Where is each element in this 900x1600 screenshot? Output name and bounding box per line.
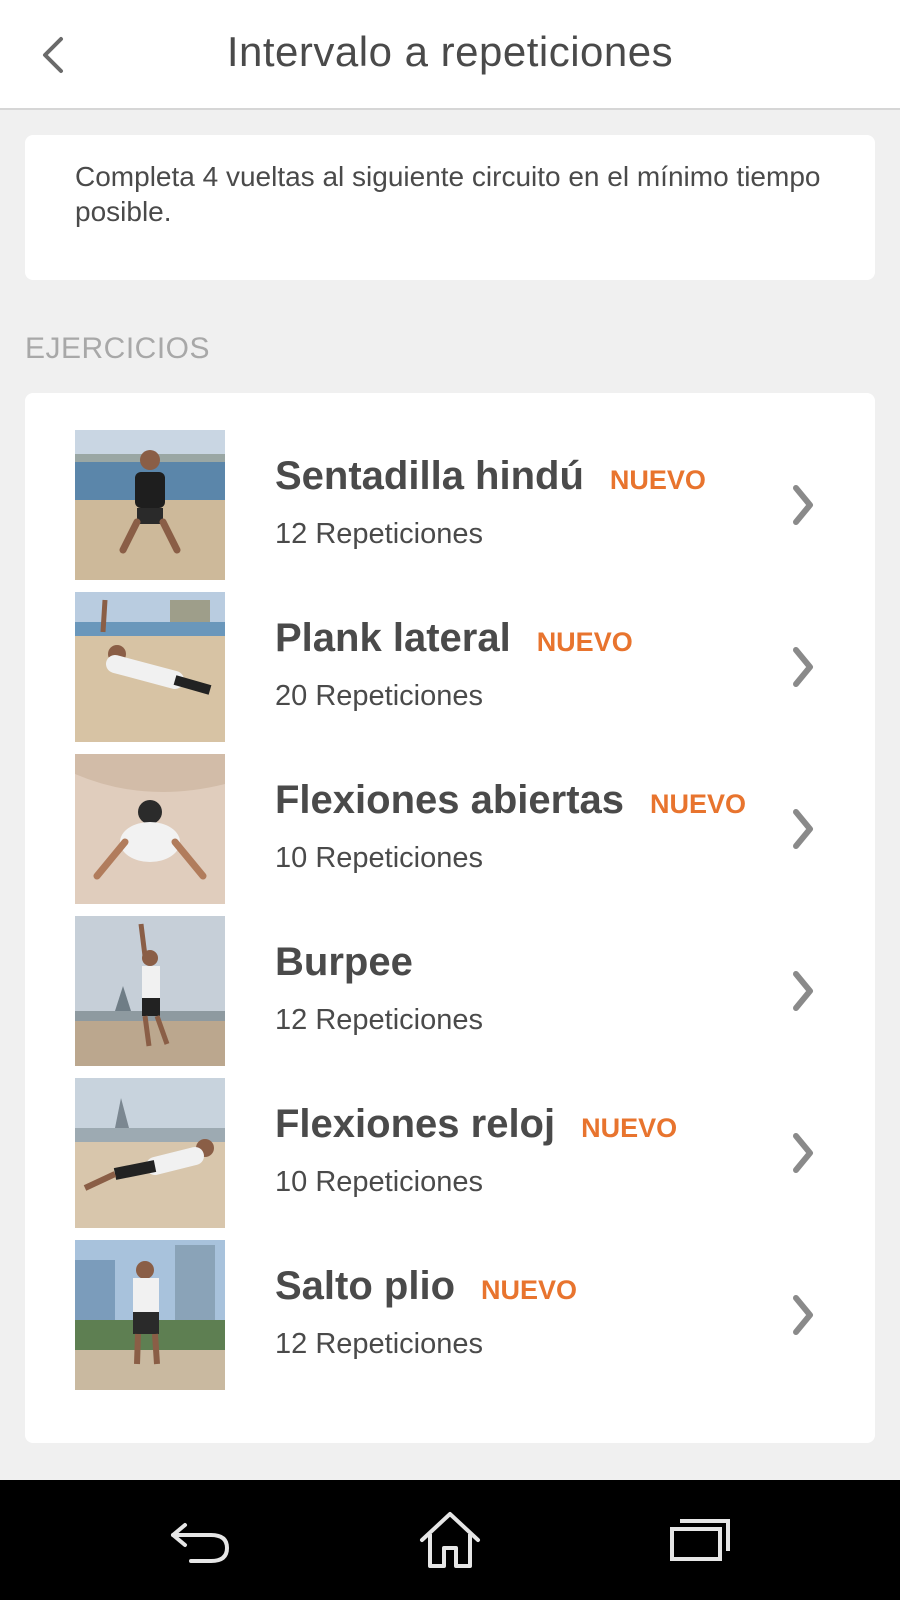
nav-back-button[interactable] [161,1502,241,1578]
page-title: Intervalo a repeticiones [226,28,674,75]
section-label: EJERCICIOS [25,332,211,365]
home-icon [420,1512,480,1568]
new-badge: NUEVO [536,627,633,657]
new-badge: NUEVO [481,1275,578,1305]
chevron-right-icon [793,647,813,687]
nav-recents-button[interactable] [660,1502,740,1578]
exercise-item-flexiones-reloj[interactable]: Flexiones reloj NUEVO 10 Repeticiones [25,1078,875,1240]
chevron-right-icon [793,485,813,525]
exercise-name: Flexiones abiertas [275,778,625,822]
exercise-list: Sentadilla hindú NUEVO 12 Repeticiones P… [25,393,875,1443]
exercise-item-plank-lateral[interactable]: Plank lateral NUEVO 20 Repeticiones [25,592,875,754]
exercise-name: Sentadilla hindú [275,454,584,498]
exercise-reps: 20 Repeticiones [275,680,483,712]
chevron-right-icon [793,971,813,1011]
exercise-reps: 12 Repeticiones [275,518,483,550]
back-arrow-icon [171,1523,230,1563]
new-badge: NUEVO [581,1113,678,1143]
recent-apps-icon [670,1519,730,1561]
exercise-name: Plank lateral [275,616,511,660]
exercise-reps: 10 Repeticiones [275,1166,483,1198]
exercise-name: Burpee [275,940,413,984]
exercise-thumbnail [75,1240,225,1390]
nav-home-button[interactable] [410,1502,490,1578]
exercise-reps: 10 Repeticiones [275,842,483,874]
exercise-thumbnail [75,1078,225,1228]
chevron-right-icon [793,1295,813,1335]
app-root: Intervalo a repeticiones Completa 4 vuel… [0,0,900,1600]
description-text: Completa 4 vueltas al siguiente circuito… [75,161,821,227]
exercise-thumbnail [75,754,225,904]
exercise-name: Flexiones reloj [275,1102,556,1146]
exercise-thumbnail [75,430,225,580]
exercise-name: Salto plio [275,1264,455,1308]
exercise-thumbnail [75,592,225,742]
description-card: Completa 4 vueltas al siguiente circuito… [25,135,875,280]
header-bar: Intervalo a repeticiones [0,0,900,110]
exercise-item-salto-plio[interactable]: Salto plio NUEVO 12 Repeticiones [25,1240,875,1402]
exercise-reps: 12 Repeticiones [275,1328,483,1360]
exercise-reps: 12 Repeticiones [275,1004,483,1036]
exercise-item-sentadilla-hindu[interactable]: Sentadilla hindú NUEVO 12 Repeticiones [25,430,875,592]
new-badge: NUEVO [609,465,706,495]
exercise-thumbnail [75,916,225,1066]
chevron-right-icon [793,809,813,849]
chevron-right-icon [793,1133,813,1173]
new-badge: NUEVO [650,789,747,819]
exercise-item-burpee[interactable]: Burpee 12 Repeticiones [25,916,875,1078]
exercise-item-flexiones-abiertas[interactable]: Flexiones abiertas NUEVO 10 Repeticiones [25,754,875,916]
system-nav-bar [0,1480,900,1600]
